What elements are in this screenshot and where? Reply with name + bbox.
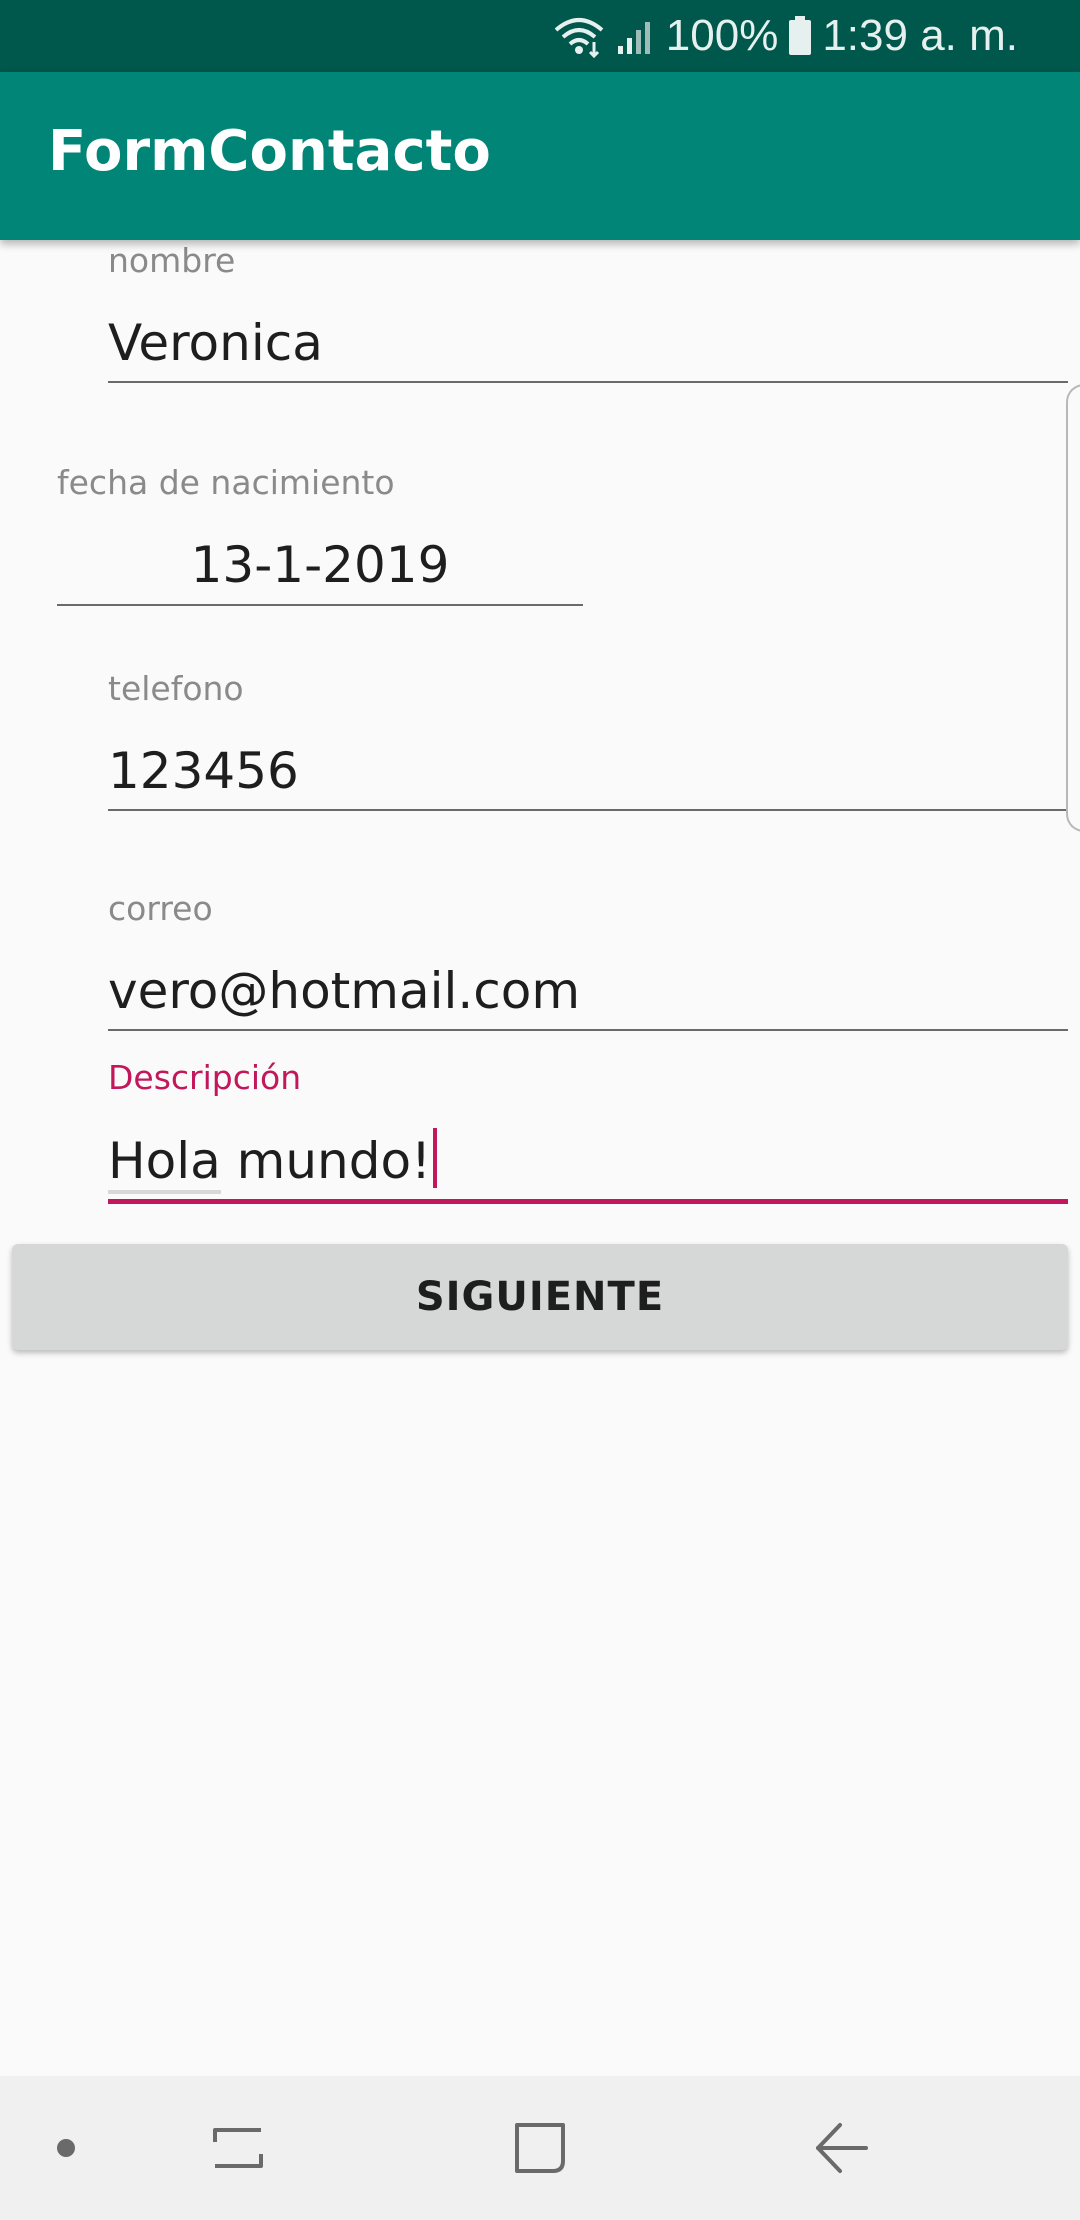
app-bar: FormContacto [0, 72, 1080, 240]
dot-icon[interactable] [26, 2076, 106, 2220]
siguiente-button[interactable]: SIGUIENTE [12, 1244, 1068, 1350]
app-title: FormContacto [48, 119, 491, 184]
nombre-label: nombre [108, 241, 236, 280]
telefono-field[interactable]: 123456 [108, 746, 299, 796]
edge-panel-handle[interactable] [1066, 384, 1080, 832]
descripcion-underline [108, 1199, 1068, 1204]
fecha-field[interactable]: 13-1-2019 [57, 540, 583, 590]
correo-label: correo [108, 889, 213, 928]
nombre-field[interactable]: Veronica [108, 318, 323, 368]
descripcion-field[interactable]: Hola mundo! [108, 1128, 438, 1194]
status-indicators: 100% 1:39 a. m. [552, 0, 1018, 72]
screen: 100% 1:39 a. m. FormContacto nombre Vero… [0, 0, 1080, 2220]
signal-icon [616, 16, 656, 56]
descripcion-word-hola: Hola [108, 1132, 221, 1194]
recents-icon[interactable] [190, 2076, 286, 2220]
battery-icon [788, 16, 812, 56]
battery-percent: 100% [665, 11, 779, 60]
status-time: 1:39 a. m. [822, 11, 1018, 60]
navigation-bar [0, 2076, 1080, 2220]
back-icon[interactable] [794, 2076, 890, 2220]
nombre-underline [108, 381, 1068, 383]
fecha-underline [57, 604, 583, 606]
text-cursor [433, 1128, 438, 1188]
correo-field[interactable]: vero@hotmail.com [108, 966, 580, 1016]
telefono-underline [108, 809, 1068, 811]
telefono-label: telefono [108, 669, 244, 708]
descripcion-rest: mundo! [220, 1132, 432, 1190]
descripcion-label: Descripción [108, 1058, 302, 1097]
fecha-label: fecha de nacimiento [57, 463, 395, 502]
status-bar: 100% 1:39 a. m. [0, 0, 1080, 72]
wifi-icon [552, 14, 606, 58]
home-icon[interactable] [492, 2076, 588, 2220]
correo-underline [108, 1029, 1068, 1031]
